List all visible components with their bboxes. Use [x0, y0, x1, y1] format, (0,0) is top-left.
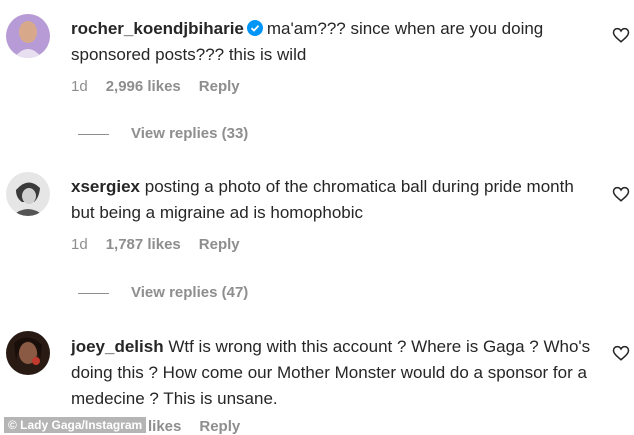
comment-text: posting a photo of the chromatica ball d… [71, 177, 574, 222]
avatar[interactable] [6, 14, 50, 58]
comment-meta: likes Reply [148, 418, 258, 435]
reply-button[interactable]: Reply [199, 418, 240, 435]
likes-count[interactable]: 2,996 likes [106, 78, 181, 95]
divider-line [78, 292, 109, 294]
view-replies-button[interactable]: View replies (33) [78, 125, 248, 142]
comment-meta: 1d 2,996 likes Reply [71, 78, 258, 95]
divider-line [78, 133, 109, 135]
comment-username[interactable]: xsergiex [71, 177, 140, 196]
comment-age: 1d [71, 236, 88, 253]
avatar[interactable] [6, 172, 50, 216]
likes-count[interactable]: 1,787 likes [106, 236, 181, 253]
photo-credit-watermark: © Lady Gaga/Instagram [4, 417, 147, 433]
comment-username[interactable]: rocher_koendjbiharie [71, 19, 244, 38]
view-replies-label: View replies (33) [131, 125, 249, 142]
view-replies-button[interactable]: View replies (47) [78, 284, 248, 301]
comment-username[interactable]: joey_delish [71, 337, 164, 356]
heart-icon[interactable] [612, 26, 630, 44]
heart-icon[interactable] [612, 185, 630, 203]
likes-count[interactable]: likes [148, 418, 181, 435]
heart-icon[interactable] [612, 344, 630, 362]
comment-meta: 1d 1,787 likes Reply [71, 236, 258, 253]
comment-text-block: rocher_koendjbiharie ma'am??? since when … [71, 16, 596, 68]
comment-age: 1d [71, 78, 88, 95]
reply-button[interactable]: Reply [199, 78, 240, 95]
avatar[interactable] [6, 331, 50, 375]
view-replies-label: View replies (47) [131, 284, 249, 301]
verified-badge-icon [246, 20, 263, 36]
comment-text-block: joey_delish Wtf is wrong with this accou… [71, 334, 596, 412]
reply-button[interactable]: Reply [199, 236, 240, 253]
comment-text-block: xsergiex posting a photo of the chromati… [71, 174, 596, 226]
